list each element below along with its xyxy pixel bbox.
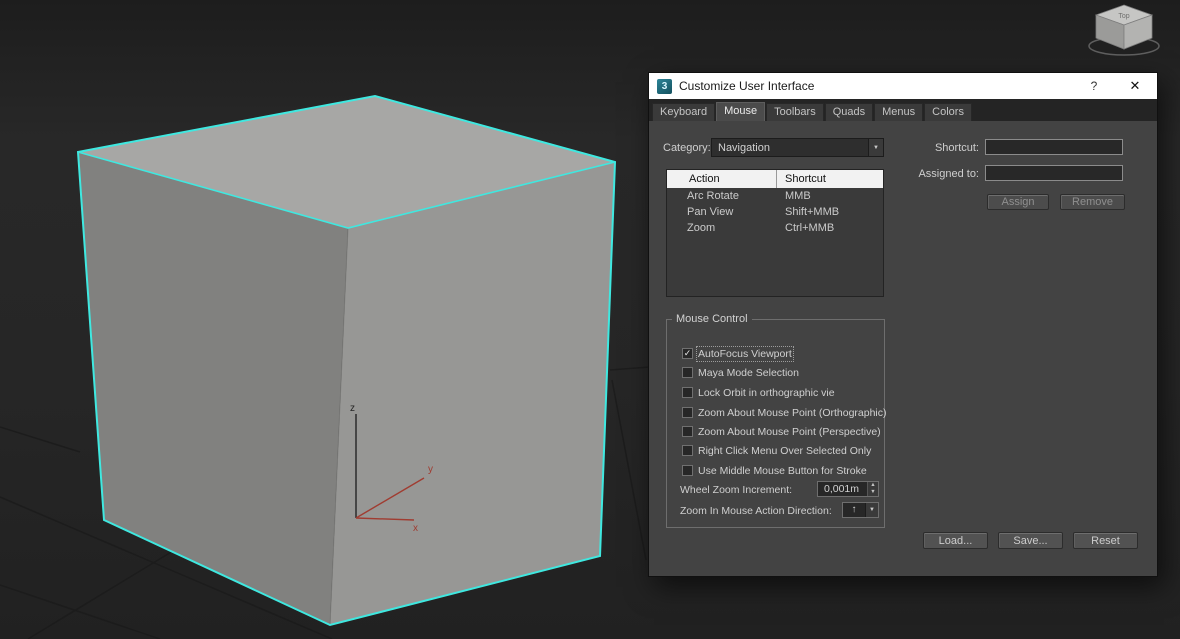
dialog-title: Customize User Interface	[679, 79, 815, 93]
checkbox-label: Right Click Menu Over Selected Only	[698, 444, 872, 457]
viewcube[interactable]: Top	[1088, 4, 1160, 56]
tab-bar: Keyboard Mouse Toolbars Quads Menus Colo…	[649, 99, 1157, 121]
remove-button[interactable]: Remove	[1060, 194, 1125, 210]
tab-keyboard[interactable]: Keyboard	[652, 103, 716, 121]
checkbox-box[interactable]	[682, 387, 693, 398]
wheel-zoom-increment-spinner[interactable]: 0,001m ▲ ▼	[817, 481, 879, 497]
viewcube-top-label: Top	[1118, 13, 1129, 20]
table-row[interactable]: Arc Rotate MMB	[667, 188, 883, 204]
checkbox-zoom-about-mouse-orthographic[interactable]: Zoom About Mouse Point (Orthographic)	[682, 406, 887, 419]
tab-quads[interactable]: Quads	[824, 103, 874, 121]
category-value: Navigation	[718, 141, 770, 154]
table-header: Action Shortcut	[667, 170, 883, 188]
cell-shortcut: MMB	[785, 190, 811, 202]
axis-y-label: y	[428, 464, 433, 475]
table-row[interactable]: Pan View Shift+MMB	[667, 204, 883, 220]
checkbox-middle-mouse-stroke[interactable]: Use Middle Mouse Button for Stroke	[682, 464, 867, 477]
tab-menus[interactable]: Menus	[874, 103, 924, 121]
checkbox-label: Zoom About Mouse Point (Orthographic)	[698, 406, 887, 419]
tab-colors[interactable]: Colors	[924, 103, 972, 121]
spinner-arrows[interactable]: ▲ ▼	[867, 482, 878, 496]
checkbox-box[interactable]	[682, 407, 693, 418]
save-button[interactable]: Save...	[998, 532, 1063, 549]
cube-right-face[interactable]	[330, 162, 615, 625]
tab-toolbars[interactable]: Toolbars	[766, 103, 824, 121]
column-header-shortcut: Shortcut	[785, 173, 826, 185]
assigned-to-label: Assigned to:	[918, 168, 979, 180]
customize-ui-dialog: 3 Customize User Interface ? ✕ Keyboard …	[648, 72, 1158, 577]
spin-down-icon[interactable]: ▼	[868, 489, 878, 496]
spin-up-icon[interactable]: ▲	[868, 482, 878, 489]
dialog-titlebar[interactable]: 3 Customize User Interface ? ✕	[649, 73, 1157, 99]
checkbox-label: Lock Orbit in orthographic vie	[698, 386, 835, 399]
checkbox-box[interactable]	[682, 445, 693, 456]
assign-button[interactable]: Assign	[987, 194, 1049, 210]
chevron-down-icon[interactable]: ▼	[865, 503, 878, 517]
close-button[interactable]: ✕	[1115, 73, 1155, 99]
assigned-to-input[interactable]	[985, 165, 1123, 181]
3dsmax-screen: { "colors": { "selection": "#3fe8e0", "c…	[0, 0, 1180, 639]
column-header-action: Action	[667, 170, 777, 188]
checkbox-zoom-about-mouse-perspective[interactable]: Zoom About Mouse Point (Perspective)	[682, 425, 881, 438]
checkbox-maya-mode-selection[interactable]: Maya Mode Selection	[682, 366, 799, 379]
checkbox-box[interactable]: ✓	[682, 348, 693, 359]
cell-action: Pan View	[687, 206, 734, 218]
chevron-down-icon[interactable]: ▼	[868, 139, 883, 156]
mouse-control-title: Mouse Control	[672, 313, 752, 325]
checkbox-label: Zoom About Mouse Point (Perspective)	[698, 425, 881, 438]
category-label: Category:	[663, 142, 711, 154]
cell-shortcut: Shift+MMB	[785, 206, 840, 218]
axis-x-label: x	[413, 523, 418, 534]
cell-shortcut: Ctrl+MMB	[785, 222, 835, 234]
help-button[interactable]: ?	[1079, 73, 1109, 99]
checkbox-box[interactable]	[682, 465, 693, 476]
table-row[interactable]: Zoom Ctrl+MMB	[667, 220, 883, 236]
checkbox-right-click-menu-selected-only[interactable]: Right Click Menu Over Selected Only	[682, 444, 871, 457]
category-dropdown[interactable]: Navigation ▼	[711, 138, 884, 157]
zoom-direction-dropdown[interactable]: ↑ ▼	[842, 502, 879, 518]
checkbox-lock-orbit-orthographic[interactable]: Lock Orbit in orthographic vie	[682, 386, 835, 399]
checkbox-autofocus-viewport[interactable]: ✓ AutoFocus Viewport	[682, 345, 794, 362]
axis-z-label: z	[350, 403, 355, 414]
mouse-control-group: Mouse Control ✓ AutoFocus Viewport Maya …	[666, 313, 887, 528]
tab-mouse[interactable]: Mouse	[716, 102, 766, 121]
action-shortcut-table: Action Shortcut Arc Rotate MMB Pan View …	[666, 169, 884, 297]
checkbox-box[interactable]	[682, 426, 693, 437]
cell-action: Arc Rotate	[687, 190, 739, 202]
checkbox-label: Use Middle Mouse Button for Stroke	[698, 464, 867, 477]
shortcut-input[interactable]	[985, 139, 1123, 155]
checkbox-label: Maya Mode Selection	[698, 366, 799, 379]
reset-button[interactable]: Reset	[1073, 532, 1138, 549]
cube-object[interactable]	[76, 94, 617, 627]
checkbox-label: AutoFocus Viewport	[696, 345, 794, 362]
cell-action: Zoom	[687, 222, 716, 234]
shortcut-label: Shortcut:	[934, 142, 979, 154]
checkbox-box[interactable]	[682, 367, 693, 378]
cube-left-face[interactable]	[78, 152, 348, 625]
zoom-direction-value: ↑	[851, 504, 857, 515]
zoom-direction-label: Zoom In Mouse Action Direction:	[680, 505, 832, 517]
3dsmax-logo-icon: 3	[657, 78, 672, 94]
load-button[interactable]: Load...	[923, 532, 988, 549]
wheel-zoom-increment-label: Wheel Zoom Increment:	[680, 484, 793, 496]
wheel-zoom-value: 0,001m	[824, 483, 860, 495]
